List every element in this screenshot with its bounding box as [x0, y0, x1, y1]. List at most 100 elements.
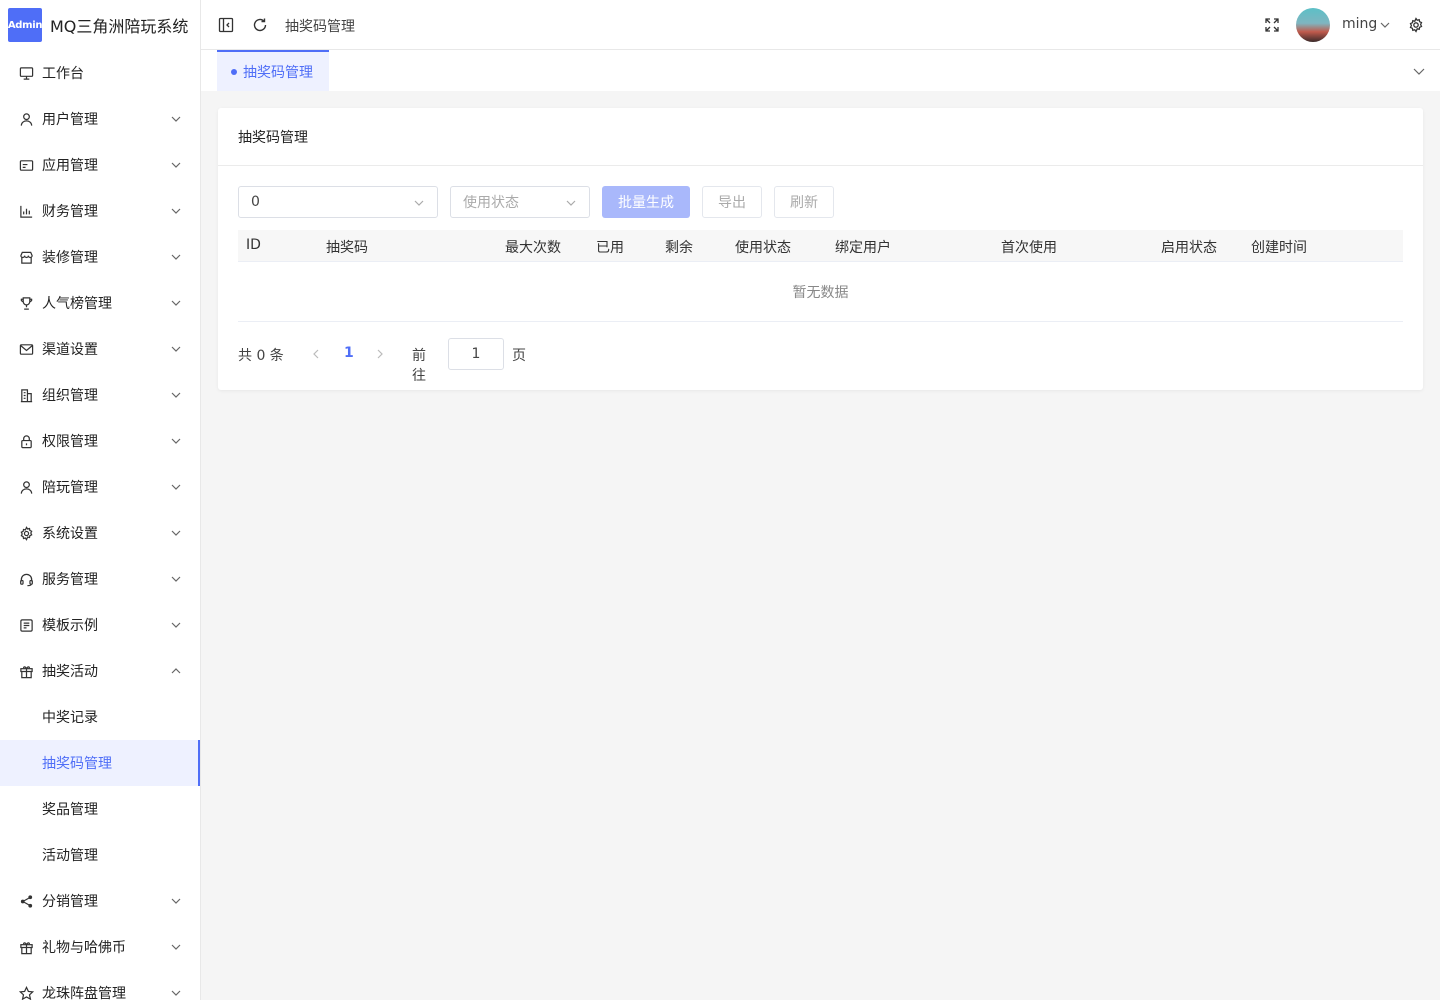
chevron-down-icon [170, 619, 182, 631]
sidebar-item-label: 分销管理 [42, 894, 98, 910]
chevron-down-icon [170, 527, 182, 539]
gear-icon [18, 525, 34, 541]
logo[interactable]: Admin MQ三角洲陪玩系统 [0, 0, 200, 50]
chevron-down-icon [170, 297, 182, 309]
sidebar-item-dragon-ball[interactable]: 龙珠阵盘管理 [0, 970, 200, 1000]
refresh-icon[interactable] [252, 17, 268, 33]
sidebar-subitem-winning-records[interactable]: 中奖记录 [0, 694, 200, 740]
sidebar-item-companions[interactable]: 陪玩管理 [0, 464, 200, 510]
gear-icon[interactable] [1408, 17, 1424, 33]
column-header: 首次使用 [1001, 240, 1057, 256]
page-number-current[interactable]: 1 [344, 345, 354, 361]
share-icon [18, 893, 34, 909]
chevron-down-icon [170, 987, 182, 999]
chevron-down-icon [170, 251, 182, 263]
tabs-bar: 抽奖码管理 [201, 50, 1440, 91]
sidebar-item-label: 人气榜管理 [42, 296, 112, 312]
chevron-down-icon[interactable] [1379, 19, 1391, 31]
sidebar-item-templates[interactable]: 模板示例 [0, 602, 200, 648]
table-header: ID 抽奖码 最大次数 已用 剩余 使用状态 绑定用户 首次使用 启用状态 创建… [238, 230, 1403, 262]
user-icon [18, 111, 34, 127]
filter-select-value: 0 [251, 194, 260, 210]
sidebar: Admin MQ三角洲陪玩系统 工作台 用户管理 应用管理 财务管理 装修管理 … [0, 0, 201, 1000]
chevron-down-icon [170, 895, 182, 907]
sidebar-item-apps[interactable]: 应用管理 [0, 142, 200, 188]
chevron-down-icon [170, 573, 182, 585]
card-title: 抽奖码管理 [218, 108, 1423, 166]
fullscreen-icon[interactable] [1264, 17, 1280, 33]
lottery-codes-card: 抽奖码管理 0 使用状态 批量生成 导出 刷新 ID 抽奖码 最大次数 已用 剩… [218, 108, 1423, 390]
goto-label: 前往 [412, 348, 426, 384]
user-icon [18, 479, 34, 495]
filter-select[interactable]: 0 [238, 186, 438, 218]
sidebar-subitem-activities[interactable]: 活动管理 [0, 832, 200, 878]
headset-icon [18, 571, 34, 587]
sidebar-item-label: 抽奖活动 [42, 664, 98, 680]
status-select-placeholder: 使用状态 [463, 195, 519, 211]
top-header: 抽奖码管理 ming [201, 0, 1440, 50]
chevron-down-icon [170, 113, 182, 125]
chevron-left-icon[interactable] [310, 348, 322, 360]
column-header: 创建时间 [1251, 240, 1307, 256]
sidebar-item-gifts-coins[interactable]: 礼物与哈佛币 [0, 924, 200, 970]
sidebar-item-label: 用户管理 [42, 112, 98, 128]
sidebar-item-popularity[interactable]: 人气榜管理 [0, 280, 200, 326]
sidebar-item-organization[interactable]: 组织管理 [0, 372, 200, 418]
logo-badge: Admin [8, 8, 42, 42]
batch-generate-button[interactable]: 批量生成 [602, 186, 690, 218]
mail-icon [18, 341, 34, 357]
total-count: 共 0 条 [238, 348, 284, 364]
goto-page-input[interactable] [448, 338, 504, 370]
username[interactable]: ming [1342, 16, 1377, 32]
column-header: 最大次数 [505, 240, 561, 256]
sidebar-item-lottery[interactable]: 抽奖活动 [0, 648, 200, 694]
export-button[interactable]: 导出 [702, 186, 762, 218]
chevron-down-icon [170, 343, 182, 355]
app-title: MQ三角洲陪玩系统 [50, 17, 189, 36]
sidebar-subitem-prizes[interactable]: 奖品管理 [0, 786, 200, 832]
sidebar-item-label: 服务管理 [42, 572, 98, 588]
sidebar-item-label: 模板示例 [42, 618, 98, 634]
sidebar-item-permissions[interactable]: 权限管理 [0, 418, 200, 464]
app-card-icon [18, 157, 34, 173]
sidebar-item-dashboard[interactable]: 工作台 [0, 50, 200, 96]
sidebar-subitem-lottery-codes[interactable]: 抽奖码管理 [0, 740, 200, 786]
sidebar-item-label: 工作台 [42, 66, 84, 82]
chevron-down-icon [170, 435, 182, 447]
avatar[interactable] [1296, 8, 1330, 42]
column-header: ID [246, 237, 261, 253]
bar-chart-icon [18, 203, 34, 219]
sidebar-item-finance[interactable]: 财务管理 [0, 188, 200, 234]
sidebar-item-services[interactable]: 服务管理 [0, 556, 200, 602]
sidebar-item-decoration[interactable]: 装修管理 [0, 234, 200, 280]
collapse-sidebar-icon[interactable] [218, 17, 234, 33]
chevron-down-icon [170, 159, 182, 171]
gift-icon [18, 939, 34, 955]
shop-icon [18, 249, 34, 265]
sidebar-item-label: 装修管理 [42, 250, 98, 266]
chevron-down-icon [170, 389, 182, 401]
column-header: 已用 [596, 240, 624, 256]
chevron-down-icon[interactable] [1412, 64, 1426, 78]
sidebar-item-label: 系统设置 [42, 526, 98, 542]
monitor-icon [18, 65, 34, 81]
chevron-down-icon [170, 481, 182, 493]
star-icon [18, 985, 34, 1000]
breadcrumb: 抽奖码管理 [285, 19, 355, 35]
chevron-down-icon [170, 205, 182, 217]
status-select[interactable]: 使用状态 [450, 186, 590, 218]
sidebar-item-system-settings[interactable]: 系统设置 [0, 510, 200, 556]
sidebar-item-label: 组织管理 [42, 388, 98, 404]
column-header: 抽奖码 [326, 240, 368, 256]
refresh-button[interactable]: 刷新 [774, 186, 834, 218]
chevron-down-icon [565, 197, 577, 209]
sidebar-item-label: 财务管理 [42, 204, 98, 220]
sidebar-item-users[interactable]: 用户管理 [0, 96, 200, 142]
sidebar-item-distribution[interactable]: 分销管理 [0, 878, 200, 924]
building-icon [18, 387, 34, 403]
chevron-right-icon[interactable] [374, 348, 386, 360]
template-icon [18, 617, 34, 633]
sidebar-item-channels[interactable]: 渠道设置 [0, 326, 200, 372]
tab-lottery-codes[interactable]: 抽奖码管理 [217, 50, 329, 91]
trophy-icon [18, 295, 34, 311]
